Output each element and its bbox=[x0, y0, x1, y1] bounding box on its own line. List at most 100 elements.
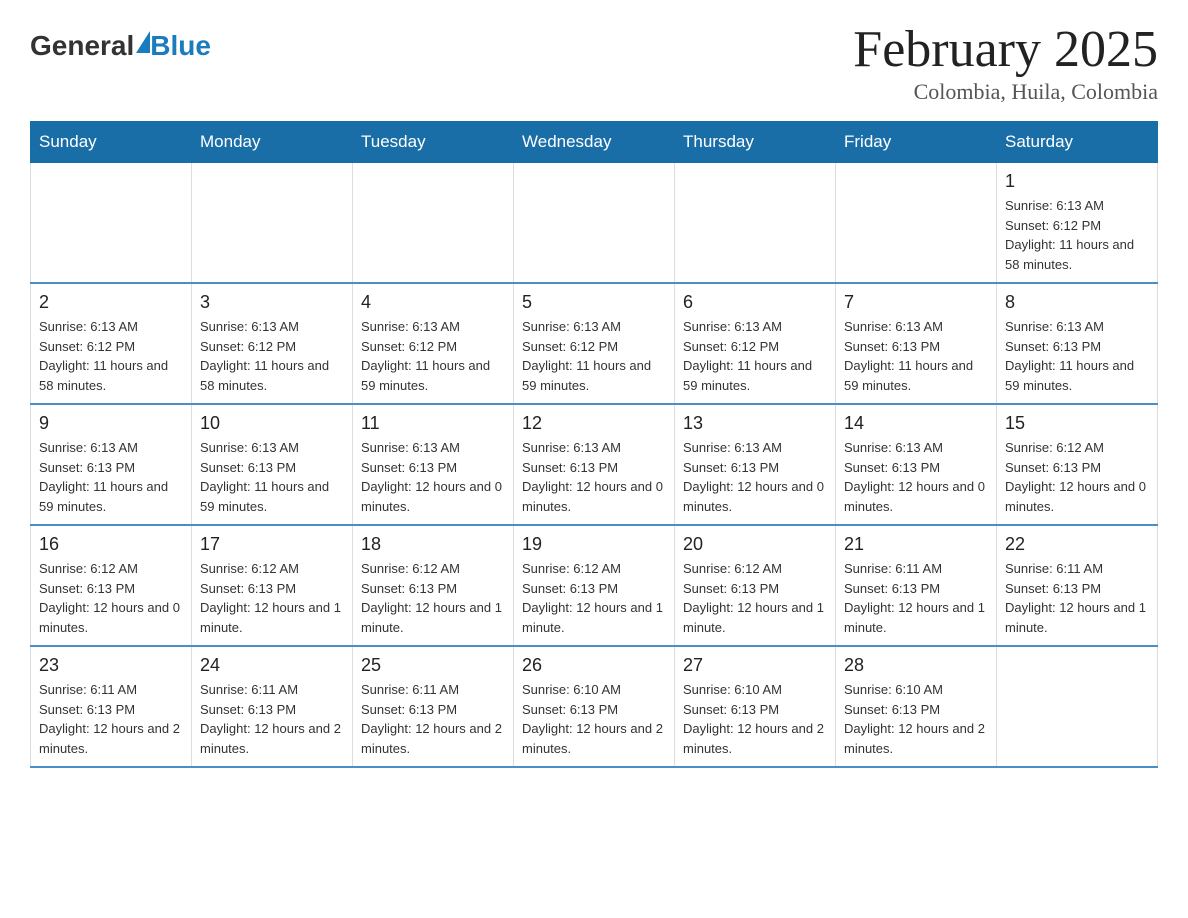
logo-triangle-icon bbox=[136, 31, 150, 53]
day-info: Sunrise: 6:12 AM Sunset: 6:13 PM Dayligh… bbox=[522, 559, 666, 637]
calendar-cell: 26Sunrise: 6:10 AM Sunset: 6:13 PM Dayli… bbox=[514, 646, 675, 767]
calendar-cell: 9 Sunrise: 6:13 AM Sunset: 6:13 PM Daylig… bbox=[31, 404, 192, 525]
calendar-cell: 11 Sunrise: 6:13 AM Sunset: 6:13 PM Dayli… bbox=[353, 404, 514, 525]
calendar-cell bbox=[192, 163, 353, 284]
day-number: 25 bbox=[361, 655, 505, 676]
calendar-cell: 25 Sunrise: 6:11 AM Sunset: 6:13 PM Dayli… bbox=[353, 646, 514, 767]
logo-text-general: General bbox=[30, 30, 134, 62]
calendar-title: February 2025 bbox=[853, 20, 1158, 79]
calendar-body: 1 Sunrise: 6:13 AM Sunset: 6:12 PM Daylig… bbox=[31, 163, 1158, 768]
weekday-header-saturday: Saturday bbox=[997, 122, 1158, 163]
calendar-cell: 20 Sunrise: 6:12 AM Sunset: 6:13 PM Dayli… bbox=[675, 525, 836, 646]
title-area: February 2025 Colombia, Huila, Colombia bbox=[853, 20, 1158, 105]
day-info: Sunrise: 6:12 AM Sunset: 6:13 PM Dayligh… bbox=[1005, 438, 1149, 516]
day-number: 20 bbox=[683, 534, 827, 555]
day-number: 18 bbox=[361, 534, 505, 555]
day-info: Sunrise: 6:10 AM Sunset: 6:13 PM Dayligh… bbox=[683, 680, 827, 758]
calendar-cell bbox=[31, 163, 192, 284]
calendar-cell: 22 Sunrise: 6:11 AM Sunset: 6:13 PM Dayli… bbox=[997, 525, 1158, 646]
calendar-cell: 6 Sunrise: 6:13 AM Sunset: 6:12 PM Daylig… bbox=[675, 283, 836, 404]
calendar-cell: 7 Sunrise: 6:13 AM Sunset: 6:13 PM Daylig… bbox=[836, 283, 997, 404]
day-number: 5 bbox=[522, 292, 666, 313]
calendar-cell: 3 Sunrise: 6:13 AM Sunset: 6:12 PM Daylig… bbox=[192, 283, 353, 404]
calendar-cell: 15Sunrise: 6:12 AM Sunset: 6:13 PM Dayli… bbox=[997, 404, 1158, 525]
calendar-cell bbox=[514, 163, 675, 284]
day-info: Sunrise: 6:11 AM Sunset: 6:13 PM Dayligh… bbox=[1005, 559, 1149, 637]
weekday-header-sunday: Sunday bbox=[31, 122, 192, 163]
day-info: Sunrise: 6:13 AM Sunset: 6:12 PM Dayligh… bbox=[683, 317, 827, 395]
day-number: 28 bbox=[844, 655, 988, 676]
calendar-cell bbox=[675, 163, 836, 284]
day-info: Sunrise: 6:11 AM Sunset: 6:13 PM Dayligh… bbox=[200, 680, 344, 758]
day-number: 6 bbox=[683, 292, 827, 313]
day-number: 13 bbox=[683, 413, 827, 434]
calendar-week-4: 16 Sunrise: 6:12 AM Sunset: 6:13 PM Dayli… bbox=[31, 525, 1158, 646]
weekday-header-row: SundayMondayTuesdayWednesdayThursdayFrid… bbox=[31, 122, 1158, 163]
day-info: Sunrise: 6:12 AM Sunset: 6:13 PM Dayligh… bbox=[39, 559, 183, 637]
day-number: 2 bbox=[39, 292, 183, 313]
day-info: Sunrise: 6:13 AM Sunset: 6:12 PM Dayligh… bbox=[361, 317, 505, 395]
day-number: 9 bbox=[39, 413, 183, 434]
calendar-cell: 5 Sunrise: 6:13 AM Sunset: 6:12 PM Daylig… bbox=[514, 283, 675, 404]
day-info: Sunrise: 6:13 AM Sunset: 6:12 PM Dayligh… bbox=[200, 317, 344, 395]
calendar-cell: 8 Sunrise: 6:13 AM Sunset: 6:13 PM Daylig… bbox=[997, 283, 1158, 404]
calendar-cell: 17 Sunrise: 6:12 AM Sunset: 6:13 PM Dayli… bbox=[192, 525, 353, 646]
day-info: Sunrise: 6:11 AM Sunset: 6:13 PM Dayligh… bbox=[361, 680, 505, 758]
logo-text-blue: Blue bbox=[150, 30, 211, 62]
calendar-week-3: 9 Sunrise: 6:13 AM Sunset: 6:13 PM Daylig… bbox=[31, 404, 1158, 525]
logo: General Blue bbox=[30, 30, 211, 62]
day-number: 1 bbox=[1005, 171, 1149, 192]
day-info: Sunrise: 6:13 AM Sunset: 6:13 PM Dayligh… bbox=[200, 438, 344, 516]
day-info: Sunrise: 6:13 AM Sunset: 6:13 PM Dayligh… bbox=[1005, 317, 1149, 395]
day-number: 23 bbox=[39, 655, 183, 676]
day-number: 7 bbox=[844, 292, 988, 313]
calendar-cell: 24 Sunrise: 6:11 AM Sunset: 6:13 PM Dayli… bbox=[192, 646, 353, 767]
day-number: 26 bbox=[522, 655, 666, 676]
day-info: Sunrise: 6:13 AM Sunset: 6:13 PM Dayligh… bbox=[844, 317, 988, 395]
calendar-cell: 23 Sunrise: 6:11 AM Sunset: 6:13 PM Dayli… bbox=[31, 646, 192, 767]
day-info: Sunrise: 6:12 AM Sunset: 6:13 PM Dayligh… bbox=[200, 559, 344, 637]
day-number: 17 bbox=[200, 534, 344, 555]
day-number: 19 bbox=[522, 534, 666, 555]
day-number: 24 bbox=[200, 655, 344, 676]
calendar-table: SundayMondayTuesdayWednesdayThursdayFrid… bbox=[30, 121, 1158, 768]
calendar-cell: 12 Sunrise: 6:13 AM Sunset: 6:13 PM Dayli… bbox=[514, 404, 675, 525]
day-info: Sunrise: 6:13 AM Sunset: 6:12 PM Dayligh… bbox=[39, 317, 183, 395]
weekday-header-monday: Monday bbox=[192, 122, 353, 163]
day-number: 3 bbox=[200, 292, 344, 313]
day-info: Sunrise: 6:13 AM Sunset: 6:12 PM Dayligh… bbox=[522, 317, 666, 395]
weekday-header-wednesday: Wednesday bbox=[514, 122, 675, 163]
day-number: 11 bbox=[361, 413, 505, 434]
day-info: Sunrise: 6:13 AM Sunset: 6:13 PM Dayligh… bbox=[361, 438, 505, 516]
day-info: Sunrise: 6:13 AM Sunset: 6:13 PM Dayligh… bbox=[39, 438, 183, 516]
day-info: Sunrise: 6:11 AM Sunset: 6:13 PM Dayligh… bbox=[39, 680, 183, 758]
calendar-cell bbox=[997, 646, 1158, 767]
calendar-cell: 21 Sunrise: 6:11 AM Sunset: 6:13 PM Dayli… bbox=[836, 525, 997, 646]
calendar-cell: 27 Sunrise: 6:10 AM Sunset: 6:13 PM Dayli… bbox=[675, 646, 836, 767]
day-info: Sunrise: 6:13 AM Sunset: 6:12 PM Dayligh… bbox=[1005, 196, 1149, 274]
calendar-cell: 4 Sunrise: 6:13 AM Sunset: 6:12 PM Daylig… bbox=[353, 283, 514, 404]
day-info: Sunrise: 6:11 AM Sunset: 6:13 PM Dayligh… bbox=[844, 559, 988, 637]
weekday-header-thursday: Thursday bbox=[675, 122, 836, 163]
calendar-week-2: 2 Sunrise: 6:13 AM Sunset: 6:12 PM Daylig… bbox=[31, 283, 1158, 404]
day-number: 16 bbox=[39, 534, 183, 555]
day-number: 14 bbox=[844, 413, 988, 434]
calendar-header: SundayMondayTuesdayWednesdayThursdayFrid… bbox=[31, 122, 1158, 163]
day-info: Sunrise: 6:12 AM Sunset: 6:13 PM Dayligh… bbox=[683, 559, 827, 637]
day-number: 27 bbox=[683, 655, 827, 676]
day-number: 22 bbox=[1005, 534, 1149, 555]
day-number: 8 bbox=[1005, 292, 1149, 313]
page-header: General Blue February 2025 Colombia, Hui… bbox=[30, 20, 1158, 105]
day-number: 10 bbox=[200, 413, 344, 434]
day-number: 4 bbox=[361, 292, 505, 313]
calendar-cell: 16 Sunrise: 6:12 AM Sunset: 6:13 PM Dayli… bbox=[31, 525, 192, 646]
day-info: Sunrise: 6:12 AM Sunset: 6:13 PM Dayligh… bbox=[361, 559, 505, 637]
day-info: Sunrise: 6:13 AM Sunset: 6:13 PM Dayligh… bbox=[844, 438, 988, 516]
day-number: 12 bbox=[522, 413, 666, 434]
calendar-cell bbox=[836, 163, 997, 284]
calendar-cell: 13 Sunrise: 6:13 AM Sunset: 6:13 PM Dayli… bbox=[675, 404, 836, 525]
day-number: 21 bbox=[844, 534, 988, 555]
day-info: Sunrise: 6:13 AM Sunset: 6:13 PM Dayligh… bbox=[683, 438, 827, 516]
day-info: Sunrise: 6:13 AM Sunset: 6:13 PM Dayligh… bbox=[522, 438, 666, 516]
calendar-week-1: 1 Sunrise: 6:13 AM Sunset: 6:12 PM Daylig… bbox=[31, 163, 1158, 284]
